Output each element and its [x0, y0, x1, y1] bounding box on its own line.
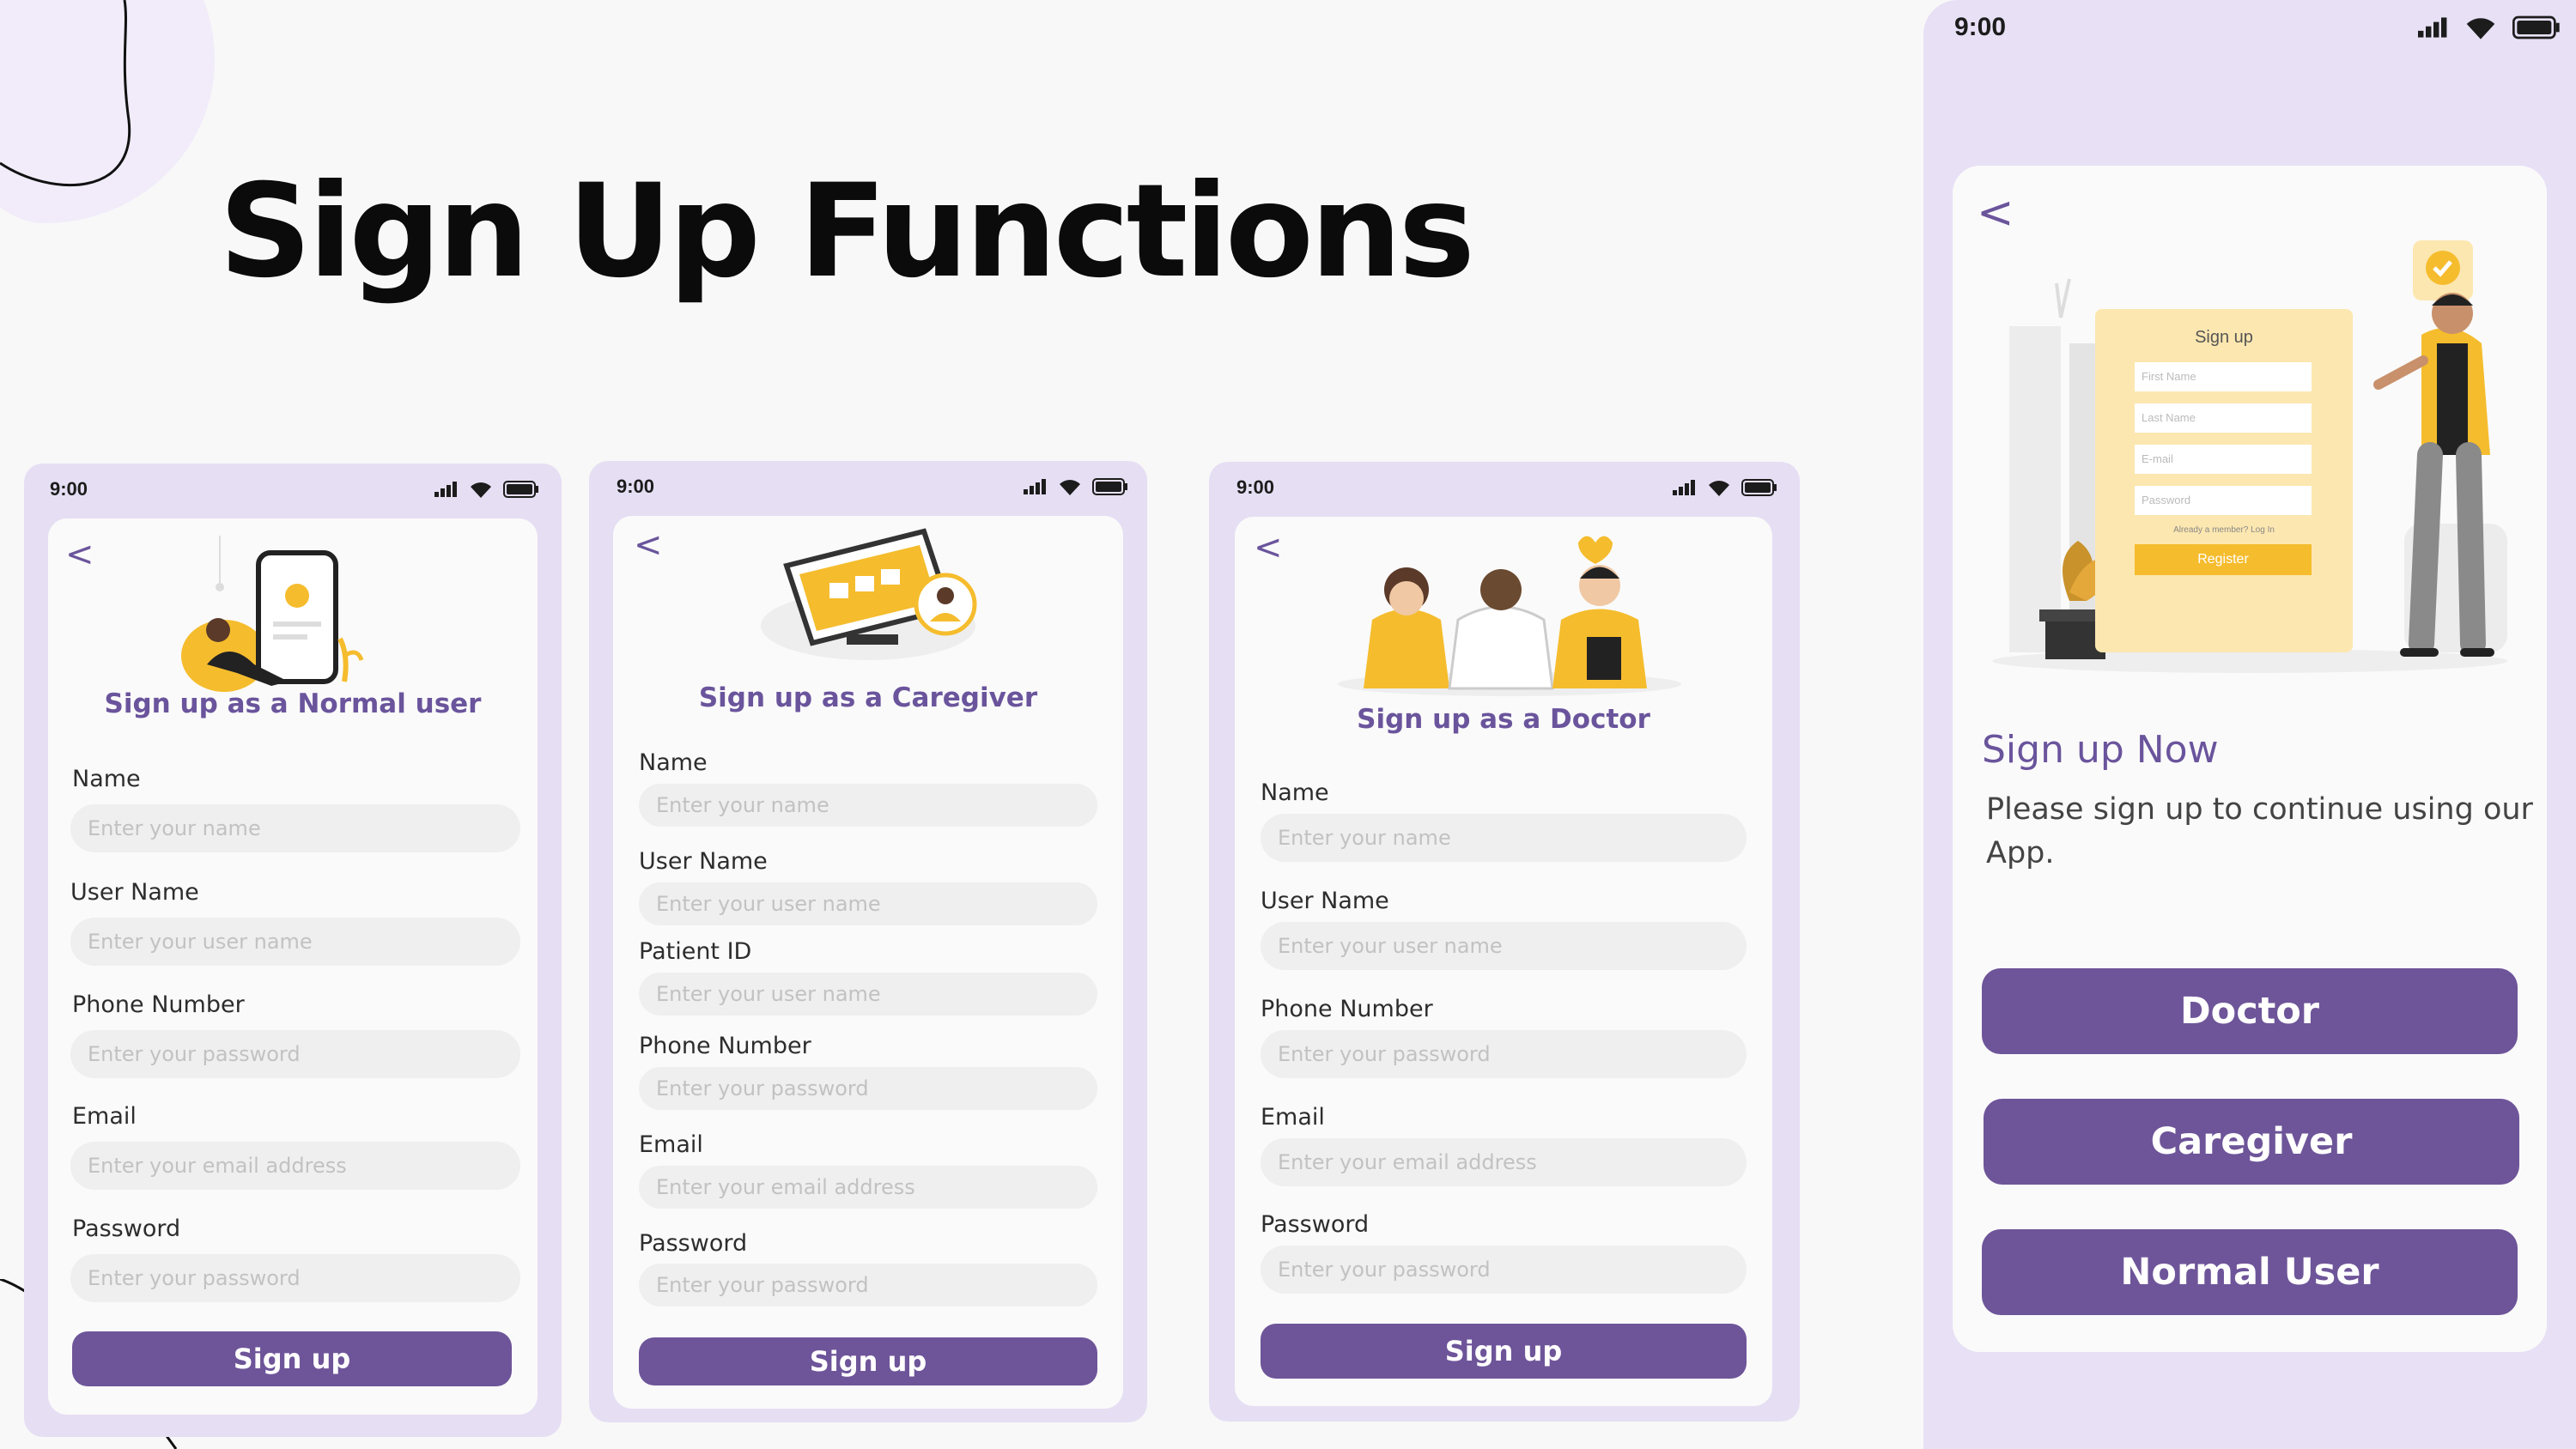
password-input[interactable]: Enter your password — [1261, 1246, 1747, 1294]
normal-user-button[interactable]: Normal User — [1982, 1229, 2518, 1315]
caregiver-illustration — [761, 528, 977, 660]
phone-caregiver: 9:00 < Sign up as a Caregiver Name Enter… — [589, 461, 1147, 1422]
status-time: 9:00 — [50, 478, 88, 500]
signup-card: < Sign up as a Doctor Name Enter your na… — [1235, 517, 1772, 1406]
signup-card: < Sign up as a Caregiver Name Enter your… — [613, 516, 1123, 1409]
back-button[interactable]: < — [1254, 530, 1283, 565]
illustration-field: E-mail — [2135, 445, 2312, 474]
battery-icon — [1092, 478, 1127, 495]
phone-input[interactable]: Enter your password — [639, 1067, 1097, 1110]
field-label: Email — [639, 1131, 703, 1158]
field-label: Email — [72, 1103, 137, 1130]
illustration-form-title: Sign up — [2195, 328, 2253, 347]
normal-user-illustration — [181, 536, 364, 692]
field-label: Name — [639, 749, 708, 776]
back-button[interactable]: < — [1977, 191, 2014, 235]
patient-id-input[interactable]: Enter your user name — [639, 973, 1097, 1016]
signal-icon — [1673, 480, 1695, 495]
field-label: Phone Number — [639, 1033, 811, 1059]
illustration-field: Last Name — [2135, 403, 2312, 433]
status-bar: 9:00 — [589, 461, 1147, 512]
screen-heading: Sign up as a Normal user — [104, 688, 482, 719]
illustration-register-button: Register — [2135, 544, 2312, 575]
phone-input[interactable]: Enter your password — [1261, 1030, 1747, 1078]
username-input[interactable]: Enter your user name — [1261, 922, 1747, 970]
illustration-note: Already a member? Log In — [2173, 525, 2275, 535]
name-input[interactable]: Enter your name — [70, 804, 520, 852]
field-label: Phone Number — [72, 991, 245, 1018]
email-input[interactable]: Enter your email address — [1261, 1138, 1747, 1186]
battery-icon — [2512, 15, 2560, 39]
signup-card: < Sign up as a Normal user Name Enter yo… — [48, 518, 538, 1415]
battery-icon — [1741, 479, 1777, 496]
status-bar: 9:00 — [1923, 0, 2576, 55]
status-bar: 9:00 — [24, 464, 562, 515]
wifi-icon — [1060, 480, 1080, 495]
signal-icon — [434, 482, 457, 497]
illustration-field: Password — [2135, 486, 2312, 515]
field-label: User Name — [70, 879, 199, 906]
phone-normal-user: 9:00 < Sign up as a Normal user Name Ent… — [24, 464, 562, 1437]
doctor-button[interactable]: Doctor — [1982, 968, 2518, 1054]
status-time: 9:00 — [1954, 13, 2007, 41]
page-title: Sign Up Functions — [219, 157, 1475, 306]
status-time: 9:00 — [617, 476, 655, 497]
phone-input[interactable]: Enter your password — [70, 1030, 520, 1078]
back-button[interactable]: < — [65, 537, 94, 572]
illustration-form: Sign up First Name Last Name E-mail Pass… — [2095, 309, 2353, 652]
wifi-icon — [471, 482, 491, 498]
field-label: User Name — [1261, 888, 1389, 914]
field-label: Patient ID — [639, 938, 752, 965]
password-input[interactable]: Enter your password — [639, 1264, 1097, 1307]
screen-heading: Sign up as a Caregiver — [698, 682, 1038, 713]
doctor-illustration — [1338, 536, 1681, 696]
field-label: Name — [1261, 779, 1329, 806]
caregiver-button[interactable]: Caregiver — [1984, 1099, 2519, 1185]
screen-heading: Sign up as a Doctor — [1357, 704, 1650, 735]
email-input[interactable]: Enter your email address — [639, 1166, 1097, 1209]
wifi-icon — [1709, 481, 1729, 496]
status-bar: 9:00 — [1209, 462, 1800, 513]
sign-up-button[interactable]: Sign up — [639, 1337, 1097, 1385]
landing-description: Please sign up to continue using our App… — [1986, 792, 2533, 870]
decorative-squiggle — [0, 0, 131, 187]
signup-illustration: Sign up First Name Last Name E-mail Pass… — [1975, 232, 2524, 678]
field-label: Password — [639, 1230, 748, 1257]
field-label: Name — [72, 766, 141, 792]
field-label: Phone Number — [1261, 996, 1433, 1022]
sign-up-button[interactable]: Sign up — [1261, 1324, 1747, 1379]
field-label: Password — [72, 1216, 181, 1242]
username-input[interactable]: Enter your user name — [639, 882, 1097, 925]
name-input[interactable]: Enter your name — [1261, 814, 1747, 862]
phone-doctor: 9:00 < Sign up as a Doctor Name Enter yo… — [1209, 462, 1800, 1422]
signal-icon — [1024, 479, 1046, 494]
field-label: Password — [1261, 1211, 1370, 1238]
name-input[interactable]: Enter your name — [639, 784, 1097, 827]
landing-title: Sign up Now — [1982, 728, 2219, 772]
signal-icon — [2418, 17, 2447, 38]
status-time: 9:00 — [1236, 476, 1275, 498]
password-input[interactable]: Enter your password — [70, 1254, 520, 1302]
username-input[interactable]: Enter your user name — [70, 918, 520, 966]
field-label: Email — [1261, 1104, 1325, 1131]
illustration-field: First Name — [2135, 362, 2312, 391]
field-label: User Name — [639, 848, 768, 875]
sign-up-button[interactable]: Sign up — [72, 1331, 512, 1386]
wifi-icon — [2466, 18, 2495, 39]
email-input[interactable]: Enter your email address — [70, 1142, 520, 1190]
back-button[interactable]: < — [634, 528, 663, 562]
battery-icon — [503, 481, 538, 498]
